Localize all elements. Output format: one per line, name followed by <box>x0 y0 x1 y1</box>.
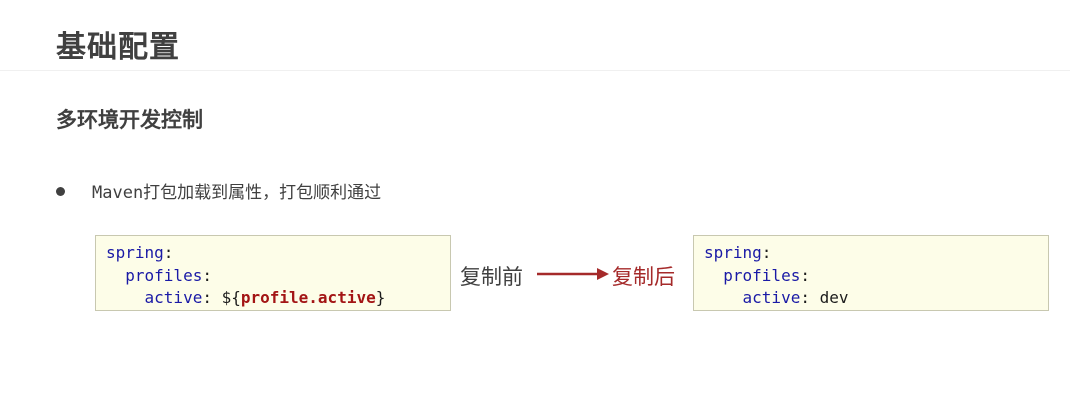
yaml-punct: : <box>163 243 174 262</box>
yaml-key: spring <box>106 243 164 262</box>
code-line-3: active: ${profile.active} <box>106 287 450 310</box>
code-line-2: profiles: <box>704 265 1048 288</box>
bullet-text: Maven打包加载到属性，打包顺利通过 <box>92 183 382 203</box>
code-line-2: profiles: <box>106 265 450 288</box>
yaml-punct: : ${ <box>202 288 241 307</box>
code-block-before: spring: profiles: active: ${profile.acti… <box>95 235 451 311</box>
arrow-right-icon <box>537 268 609 280</box>
yaml-key: active <box>742 288 801 307</box>
code-block-after: spring: profiles: active: dev <box>693 235 1049 311</box>
yaml-value: dev <box>819 288 849 307</box>
yaml-punct: : <box>800 265 810 285</box>
code-line-3: active: dev <box>704 287 1048 310</box>
yaml-key: spring <box>704 243 762 262</box>
yaml-punct: : <box>800 288 820 307</box>
yaml-punct: : <box>761 243 772 262</box>
section-heading: 多环境开发控制 <box>56 108 203 132</box>
bullet-dot <box>56 187 65 196</box>
yaml-key: active <box>144 288 203 307</box>
before-label: 复制前 <box>460 265 523 289</box>
title-divider <box>0 70 1070 71</box>
placeholder-variable: profile.active <box>240 288 376 307</box>
after-label: 复制后 <box>612 265 675 289</box>
code-line-1: spring: <box>704 242 1048 265</box>
page-title: 基础配置 <box>56 30 180 65</box>
yaml-key: profiles <box>723 265 801 285</box>
yaml-punct: } <box>375 288 386 307</box>
code-line-1: spring: <box>106 242 450 265</box>
yaml-punct: : <box>202 265 212 285</box>
yaml-key: profiles <box>125 265 203 285</box>
